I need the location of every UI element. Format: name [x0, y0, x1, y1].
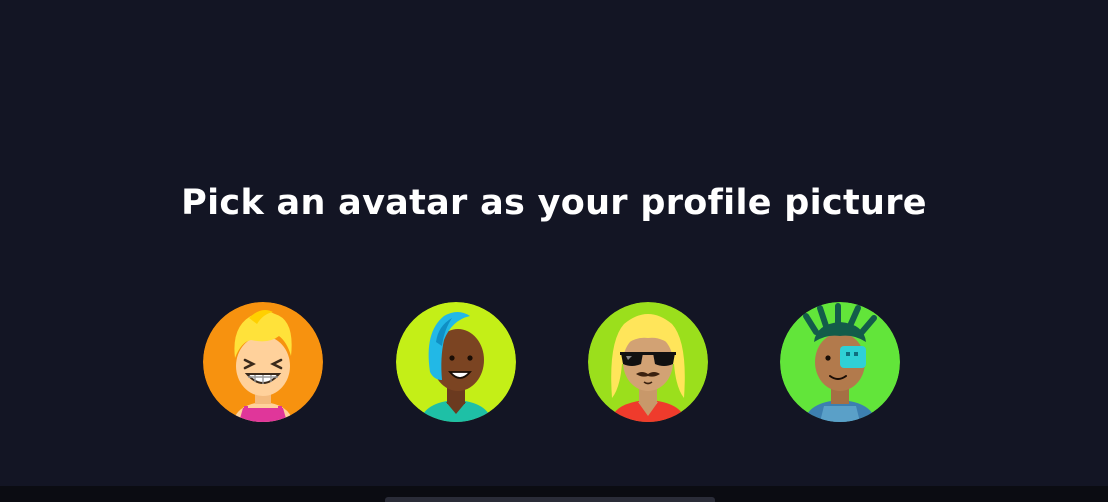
avatar-option-4[interactable]	[780, 302, 900, 422]
dreadlocks-eyepatch-avatar-icon	[780, 302, 900, 422]
avatar-option-2[interactable]	[396, 302, 516, 422]
page-title: Pick an avatar as your profile picture	[181, 183, 927, 223]
avatar-picker-screen: Pick an avatar as your profile picture	[0, 0, 1108, 486]
blonde-grinning-avatar-icon	[203, 302, 323, 422]
teal-hair-smiling-avatar-icon	[396, 302, 516, 422]
scroll-handle[interactable]	[385, 497, 715, 502]
sunglasses-mustache-avatar-icon	[588, 302, 708, 422]
avatar-option-3[interactable]	[588, 302, 708, 422]
avatar-option-1[interactable]	[203, 302, 323, 422]
